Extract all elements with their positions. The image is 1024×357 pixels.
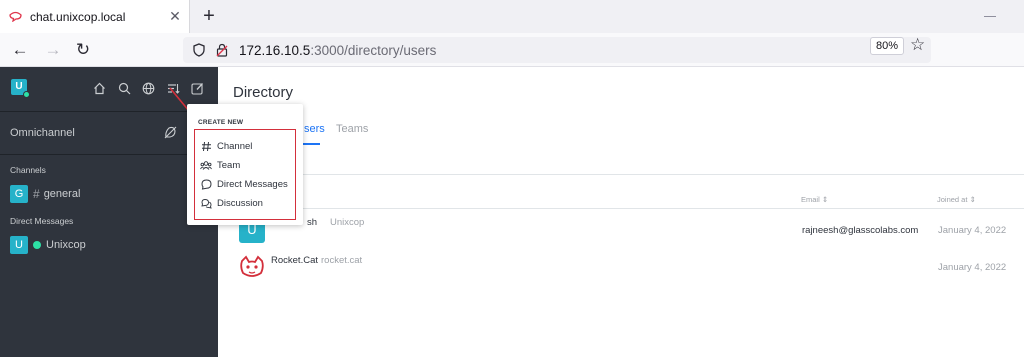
menu-item-team[interactable]: Team <box>200 157 295 173</box>
address-bar[interactable]: 172.16.10.5:3000/directory/users <box>183 37 931 63</box>
rocket-cat-avatar-icon <box>239 255 265 281</box>
url-path: :3000/directory/users <box>310 42 437 58</box>
joined-column-label: Joined at <box>937 195 968 204</box>
user-name[interactable]: sh <box>307 217 317 228</box>
create-new-menu: CREATE NEW Channel Team Direct Messages … <box>187 104 303 225</box>
email-column-label: Email <box>801 195 820 204</box>
email-column-header[interactable]: Email ⇕ <box>801 195 828 204</box>
discussion-icon <box>200 197 212 209</box>
channel-avatar: G <box>10 185 28 203</box>
team-icon <box>200 159 212 171</box>
user-avatar[interactable]: U <box>11 79 30 98</box>
user-username: Unixcop <box>330 217 365 228</box>
create-new-title: CREATE NEW <box>198 119 244 126</box>
hash-icon <box>200 140 212 152</box>
browser-tab-bar: chat.unixcop.local ✕ + <box>0 0 1024 33</box>
user-joined-date: January 4, 2022 <box>938 225 1007 236</box>
minimize-icon[interactable] <box>984 16 996 17</box>
user-username: rocket.cat <box>321 255 363 266</box>
forward-arrow-icon[interactable]: → <box>42 39 64 61</box>
directory-globe-icon[interactable] <box>141 81 155 95</box>
direct-messages-section-header: Direct Messages <box>10 216 74 226</box>
channels-section-header: Channels <box>10 165 46 175</box>
zoom-level-badge[interactable]: 80% <box>870 37 904 55</box>
browser-tab[interactable]: chat.unixcop.local ✕ <box>0 0 190 33</box>
shield-icon[interactable] <box>191 43 207 57</box>
online-status-dot <box>33 241 41 249</box>
sort-icon: ⇕ <box>969 195 976 204</box>
channel-name: general <box>43 188 81 200</box>
bookmark-star-icon[interactable]: ☆ <box>910 35 925 55</box>
hash-icon: # <box>33 187 40 201</box>
table-header-divider <box>233 208 1024 209</box>
user-joined-date: January 4, 2022 <box>938 262 1007 273</box>
sidebar-item-general[interactable]: G # general <box>10 184 210 204</box>
menu-item-label: Team <box>217 159 241 171</box>
user-avatar-letter: U <box>15 81 23 92</box>
menu-item-label: Direct Messages <box>217 178 288 190</box>
user-name[interactable]: Rocket.Cat <box>271 255 318 266</box>
rocketchat-favicon-icon <box>8 10 22 24</box>
online-status-dot <box>23 91 30 98</box>
url-text: 172.16.10.5:3000/directory/users <box>239 43 931 58</box>
reload-icon[interactable]: ↻ <box>72 39 94 61</box>
browser-tab-title: chat.unixcop.local <box>30 9 126 24</box>
dm-avatar: U <box>10 236 28 254</box>
close-tab-icon[interactable]: ✕ <box>165 8 185 25</box>
user-email: rajneesh@glasscolabs.com <box>802 225 919 236</box>
joined-column-header[interactable]: Joined at ⇕ <box>937 195 976 204</box>
tab-teams[interactable]: Teams <box>336 123 368 135</box>
chat-bubble-icon <box>200 178 212 190</box>
sidebar-item-unixcop[interactable]: U Unixcop <box>10 235 210 255</box>
dm-name: Unixcop <box>46 239 86 251</box>
directory-main: Directory sers Teams Email ⇕ Joined at ⇕… <box>218 67 1024 357</box>
back-arrow-icon[interactable]: ← <box>9 39 31 61</box>
insecure-lock-icon[interactable] <box>215 43 229 57</box>
new-tab-icon[interactable]: + <box>198 5 220 27</box>
menu-item-discussion[interactable]: Discussion <box>200 195 295 211</box>
omnichannel-label: Omnichannel <box>10 127 75 139</box>
page-title: Directory <box>233 84 294 101</box>
tab-users[interactable]: sers <box>304 123 325 135</box>
sort-icon: ⇕ <box>821 195 829 204</box>
home-icon[interactable] <box>92 81 106 95</box>
menu-item-label: Channel <box>217 140 253 152</box>
search-input-underline[interactable] <box>233 174 1024 175</box>
menu-item-direct-messages[interactable]: Direct Messages <box>200 176 295 192</box>
menu-item-label: Discussion <box>217 197 263 209</box>
url-host: 172.16.10.5 <box>239 42 311 58</box>
browser-nav-bar: ← → ↻ 172.16.10.5:3000/directory/users 8… <box>0 33 1024 67</box>
search-icon[interactable] <box>117 81 131 95</box>
menu-item-channel[interactable]: Channel <box>200 138 295 154</box>
